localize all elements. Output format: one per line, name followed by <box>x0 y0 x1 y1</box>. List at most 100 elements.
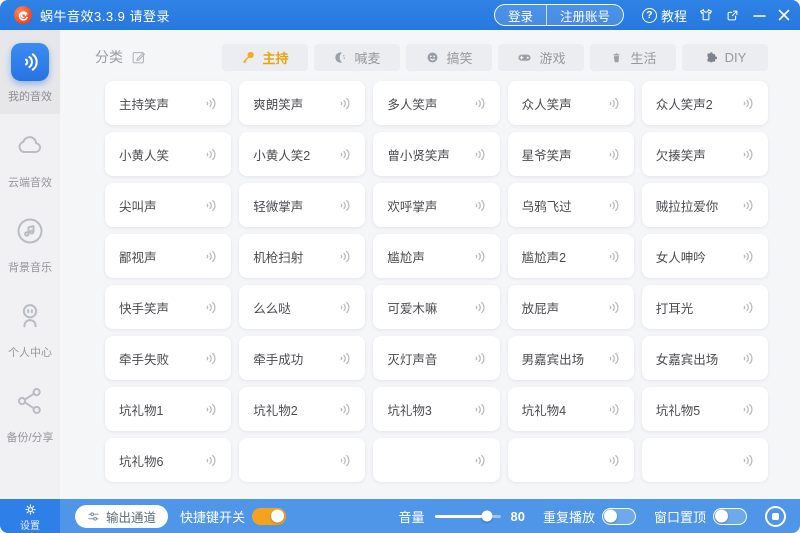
output-channel-button[interactable]: 输出通道 <box>75 505 168 528</box>
sound-item[interactable]: 女人呻吟 <box>642 234 768 278</box>
category-tab-1[interactable]: 喊麦 <box>314 44 400 71</box>
sound-item[interactable]: 尴尬声 <box>373 234 499 278</box>
sidebar-item-2[interactable]: 背景音乐 <box>0 215 60 275</box>
settings-button[interactable]: 设置 <box>0 499 60 533</box>
pin-label: 窗口置顶 <box>654 507 706 526</box>
sidebar-item-1[interactable]: 云端音效 <box>0 130 60 190</box>
volume-fill <box>435 515 488 518</box>
sound-item[interactable]: 爽朗笑声 <box>239 81 365 125</box>
tutorial-button[interactable]: ? 教程 <box>642 6 687 25</box>
sound-item[interactable]: 坑礼物6 <box>105 438 231 482</box>
sound-item[interactable]: 乌鸦飞过 <box>508 183 634 227</box>
sound-item[interactable] <box>642 438 768 482</box>
sound-item[interactable]: 欢呼掌声 <box>373 183 499 227</box>
sound-item[interactable]: 多人笑声 <box>373 81 499 125</box>
volume-thumb[interactable] <box>482 511 493 522</box>
sound-item[interactable]: 坑礼物1 <box>105 387 231 431</box>
category-tab-0[interactable]: 主持 <box>222 44 308 71</box>
close-button[interactable] <box>778 9 790 21</box>
category-tab-5[interactable]: DIY <box>682 44 768 71</box>
sidebar-item-0[interactable]: 我的音效 <box>0 30 60 114</box>
stop-button[interactable] <box>765 506 786 527</box>
minimize-button[interactable] <box>753 9 766 22</box>
sound-item[interactable]: 坑礼物3 <box>373 387 499 431</box>
sound-item[interactable]: 尖叫声 <box>105 183 231 227</box>
sound-item-label: 机枪扫射 <box>253 247 303 266</box>
volume-slider[interactable] <box>435 515 501 518</box>
sound-item-label: 星爷笑声 <box>522 145 572 164</box>
sound-item[interactable]: 打耳光 <box>642 285 768 329</box>
sound-wave-icon <box>605 350 622 367</box>
close-icon <box>778 9 790 21</box>
sound-item[interactable]: 牵手失败 <box>105 336 231 380</box>
sound-item-label: 坑礼物6 <box>119 451 163 470</box>
sound-wave-icon <box>739 452 756 469</box>
sound-item-label: 快手笑声 <box>119 298 169 317</box>
sound-item[interactable]: 坑礼物5 <box>642 387 768 431</box>
sound-wave-icon <box>202 401 219 418</box>
settings-label: 设置 <box>20 517 40 532</box>
sound-item[interactable]: 小黄人笑 <box>105 132 231 176</box>
question-icon: ? <box>642 8 657 23</box>
sound-item[interactable]: 么么哒 <box>239 285 365 329</box>
sound-wave-icon <box>739 401 756 418</box>
sound-item[interactable]: 牵手成功 <box>239 336 365 380</box>
sound-item[interactable]: 可爱木嘛 <box>373 285 499 329</box>
register-button[interactable]: 注册账号 <box>547 5 623 25</box>
sound-item[interactable]: 快手笑声 <box>105 285 231 329</box>
sound-item[interactable]: 女嘉宾出场 <box>642 336 768 380</box>
category-tab-3[interactable]: 游戏 <box>498 44 584 71</box>
sound-item-label: 众人笑声 <box>522 94 572 113</box>
sound-item[interactable]: 众人笑声2 <box>642 81 768 125</box>
hotkey-toggle[interactable] <box>252 508 286 525</box>
sound-item-label: 打耳光 <box>656 298 694 317</box>
popout-button[interactable] <box>725 8 740 23</box>
sound-item[interactable]: 机枪扫射 <box>239 234 365 278</box>
sound-item[interactable] <box>373 438 499 482</box>
pin-toggle[interactable] <box>713 508 747 525</box>
theme-skin-button[interactable] <box>698 7 714 23</box>
hotkey-toggle-knob <box>271 510 284 523</box>
sound-item-label: 乌鸦飞过 <box>522 196 572 215</box>
sound-item[interactable] <box>239 438 365 482</box>
sound-wave-icon <box>605 299 622 316</box>
sound-item-label: 可爱木嘛 <box>387 298 437 317</box>
category-tab-label: 喊麦 <box>354 48 380 67</box>
repeat-toggle[interactable] <box>602 508 636 525</box>
repeat-label: 重复播放 <box>543 507 595 526</box>
sound-wave-icon <box>471 146 488 163</box>
sound-item[interactable]: 主持笑声 <box>105 81 231 125</box>
category-tab-2[interactable]: 搞笑 <box>406 44 492 71</box>
login-button[interactable]: 登录 <box>495 5 546 25</box>
sidebar-item-label: 云端音效 <box>8 174 52 190</box>
sound-item[interactable]: 尴尬声2 <box>508 234 634 278</box>
sound-item[interactable]: 坑礼物2 <box>239 387 365 431</box>
sound-item[interactable] <box>508 438 634 482</box>
sound-item[interactable]: 曾小贤笑声 <box>373 132 499 176</box>
sound-item-label: 欢呼掌声 <box>387 196 437 215</box>
category-tab-label: 搞笑 <box>446 48 472 67</box>
category-edit-button[interactable] <box>130 49 147 66</box>
sound-item[interactable]: 男嘉宾出场 <box>508 336 634 380</box>
sidebar-item-4[interactable]: 备份/分享 <box>0 385 60 445</box>
sidebar-item-3[interactable]: 个人中心 <box>0 300 60 360</box>
sound-wave-icon <box>605 452 622 469</box>
sound-item[interactable]: 贼拉拉爱你 <box>642 183 768 227</box>
category-tabs: 主持 喊麦 搞笑 游戏 生活DIY <box>222 44 768 71</box>
mixer-icon <box>87 510 100 523</box>
sound-item[interactable]: 小黄人笑2 <box>239 132 365 176</box>
sound-item[interactable]: 放屁声 <box>508 285 634 329</box>
sound-item[interactable]: 灭灯声音 <box>373 336 499 380</box>
category-tab-label: 游戏 <box>539 48 565 67</box>
edit-icon <box>130 49 147 66</box>
sound-item[interactable]: 众人笑声 <box>508 81 634 125</box>
sound-item[interactable]: 星爷笑声 <box>508 132 634 176</box>
sound-item[interactable]: 欠揍笑声 <box>642 132 768 176</box>
category-tab-4[interactable]: 生活 <box>590 44 676 71</box>
sound-item[interactable]: 鄙视声 <box>105 234 231 278</box>
sound-wave-icon <box>336 146 353 163</box>
sidebar: 我的音效 云端音效背景音乐个人中心备份/分享 <box>0 30 60 499</box>
sound-wave-icon <box>605 146 622 163</box>
sound-item[interactable]: 坑礼物4 <box>508 387 634 431</box>
sound-item[interactable]: 轻微掌声 <box>239 183 365 227</box>
